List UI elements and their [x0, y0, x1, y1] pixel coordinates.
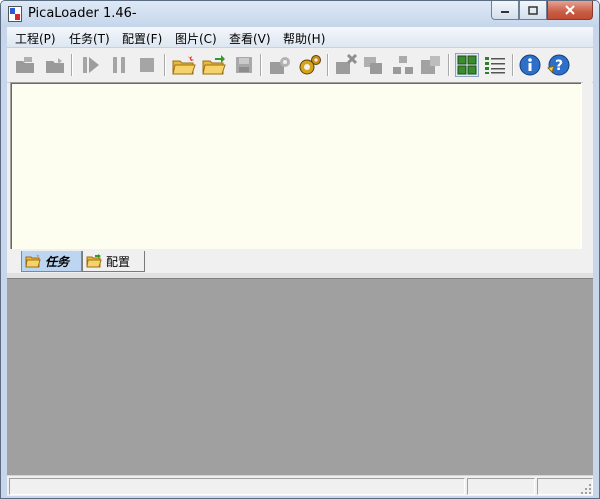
- toolbar-separator: [164, 54, 166, 76]
- tab-config-label: 配置: [106, 254, 131, 269]
- status-pane-main: [9, 478, 465, 495]
- open-project-button[interactable]: [43, 53, 67, 77]
- close-icon: [565, 5, 575, 15]
- copy-task-button[interactable]: [362, 53, 386, 77]
- open-task-folder-icon: [202, 55, 226, 75]
- config-folder-icon: [86, 254, 102, 268]
- pause-button[interactable]: [107, 53, 131, 77]
- export-task-icon: [421, 56, 440, 74]
- toolbar-separator: [327, 54, 329, 76]
- menu-image[interactable]: 图片(C): [175, 30, 217, 47]
- toolbar-separator: [512, 54, 514, 76]
- tab-strip: 任务 配置: [7, 249, 593, 273]
- toolbar-separator: [260, 54, 262, 76]
- stop-button[interactable]: [135, 53, 159, 77]
- detail-view-icon: [485, 57, 505, 74]
- help-icon: ?: [547, 54, 570, 76]
- copy-task-icon: [364, 57, 382, 74]
- new-project-icon: [16, 57, 34, 73]
- tab-tasks-label: 任务: [45, 254, 70, 269]
- start-icon: [83, 57, 99, 73]
- delete-task-icon: [336, 54, 358, 74]
- start-button[interactable]: [79, 53, 103, 77]
- info-icon: [519, 54, 541, 76]
- resize-grip-icon[interactable]: [580, 483, 592, 495]
- status-pane-2: [467, 478, 535, 495]
- new-task-folder-icon: [172, 55, 196, 75]
- close-button[interactable]: [547, 1, 593, 20]
- title-bar[interactable]: PicaLoader 1.46-: [1, 1, 599, 27]
- new-project-button[interactable]: [13, 53, 37, 77]
- move-task-icon: [393, 56, 413, 74]
- panel-edge: [583, 82, 592, 250]
- menu-task[interactable]: 任务(T): [69, 30, 110, 47]
- toolbar-separator: [448, 54, 450, 76]
- detail-view-button[interactable]: [483, 53, 507, 77]
- maximize-button[interactable]: [519, 1, 547, 20]
- task-list-panel[interactable]: [10, 82, 582, 250]
- maximize-icon: [528, 5, 538, 15]
- pause-icon: [113, 57, 125, 73]
- svg-text:?: ?: [555, 58, 563, 74]
- delete-task-button[interactable]: [334, 53, 358, 77]
- caption-buttons: [491, 1, 593, 20]
- preview-area[interactable]: [7, 279, 593, 475]
- status-bar: [7, 475, 593, 496]
- app-window: PicaLoader 1.46- 工程(P) 任务(T) 配置(F) 图片(C)…: [0, 0, 600, 499]
- app-icon: [8, 6, 22, 22]
- save-button[interactable]: [232, 53, 256, 77]
- menu-config[interactable]: 配置(F): [122, 30, 162, 47]
- save-icon: [236, 57, 252, 73]
- move-task-button[interactable]: [391, 53, 415, 77]
- new-task-folder-button[interactable]: [172, 53, 196, 77]
- global-settings-button[interactable]: [298, 53, 322, 77]
- thumbnail-view-icon: [457, 55, 477, 75]
- task-folder-icon: [25, 254, 41, 268]
- stop-icon: [140, 58, 154, 72]
- open-project-icon: [46, 58, 64, 73]
- window-title: PicaLoader 1.46-: [28, 6, 137, 21]
- open-task-folder-button[interactable]: [202, 53, 226, 77]
- minimize-icon: [501, 11, 509, 13]
- minimize-button[interactable]: [491, 1, 519, 20]
- client-area: 工程(P) 任务(T) 配置(F) 图片(C) 查看(V) 帮助(H) ? 任务…: [7, 27, 593, 496]
- toolbar-separator: [71, 54, 73, 76]
- global-settings-icon: [299, 55, 321, 75]
- menu-help[interactable]: 帮助(H): [283, 30, 325, 47]
- toolbar: ?: [7, 48, 593, 83]
- task-settings-icon: [270, 57, 290, 74]
- tab-tasks[interactable]: 任务: [21, 251, 82, 272]
- info-button[interactable]: [518, 53, 542, 77]
- task-settings-button[interactable]: [268, 53, 292, 77]
- export-task-button[interactable]: [419, 53, 443, 77]
- help-button[interactable]: ?: [547, 53, 571, 77]
- tab-config[interactable]: 配置: [82, 251, 145, 272]
- thumbnail-view-button[interactable]: [455, 53, 479, 77]
- menu-project[interactable]: 工程(P): [15, 30, 56, 47]
- menu-view[interactable]: 查看(V): [229, 30, 271, 47]
- menu-bar: 工程(P) 任务(T) 配置(F) 图片(C) 查看(V) 帮助(H): [7, 27, 593, 48]
